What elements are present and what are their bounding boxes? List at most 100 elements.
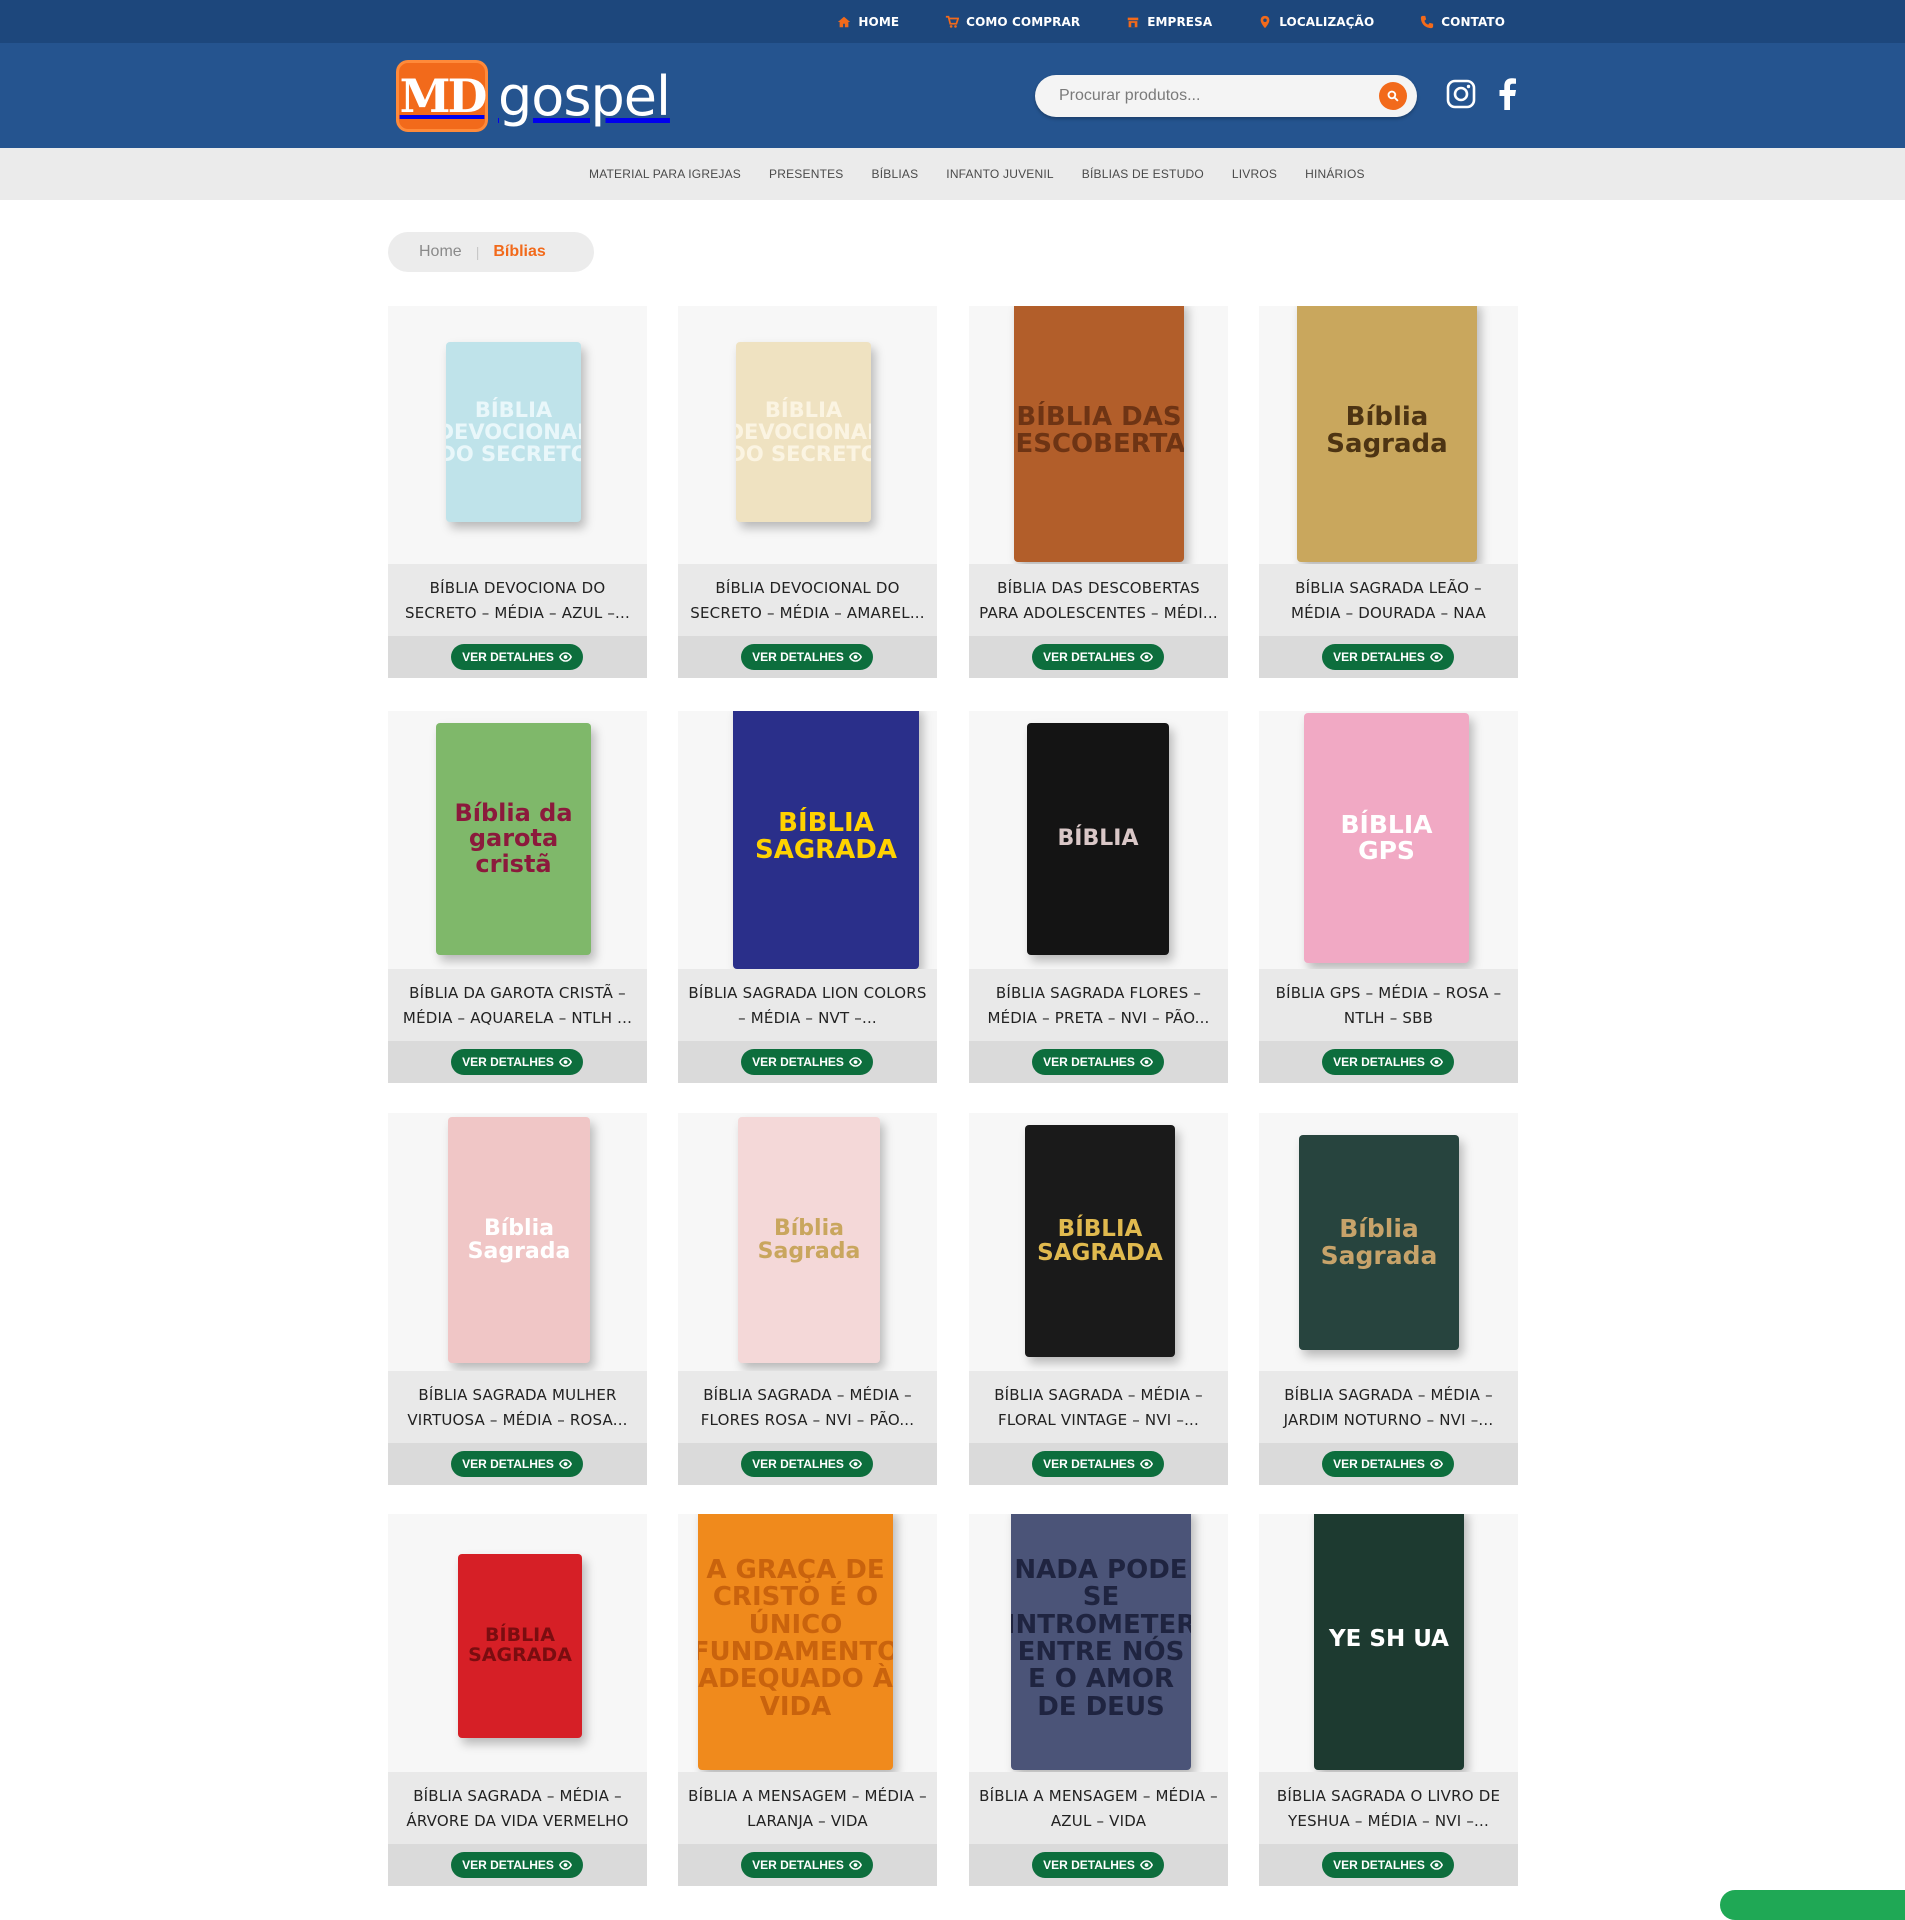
product-actions: VER DETALHES xyxy=(678,636,937,678)
ver-detalhes-button[interactable]: VER DETALHES xyxy=(451,1852,583,1878)
product-image[interactable]: Bíblia Sagrada xyxy=(678,1113,937,1371)
ver-detalhes-button[interactable]: VER DETALHES xyxy=(1032,1451,1164,1477)
eye-icon xyxy=(848,1459,862,1469)
ver-detalhes-button[interactable]: VER DETALHES xyxy=(1032,1049,1164,1075)
button-label: VER DETALHES xyxy=(462,1858,554,1872)
category-material-para-igrejas[interactable]: MATERIAL PARA IGREJAS xyxy=(589,167,741,181)
ver-detalhes-button[interactable]: VER DETALHES xyxy=(451,1451,583,1477)
category-livros[interactable]: LIVROS xyxy=(1232,167,1277,181)
product-card[interactable]: BÍBLIA GPS BÍBLIA GPS – MÉDIA – ROSA – NT… xyxy=(1259,711,1518,1083)
eye-icon xyxy=(1429,1459,1443,1469)
button-label: VER DETALHES xyxy=(1333,650,1425,664)
product-actions: VER DETALHES xyxy=(969,636,1228,678)
search-button[interactable] xyxy=(1379,82,1407,110)
product-card[interactable]: BÍBLIA DEVOCIONAL DO SECRETO BÍBLIA DEVOC… xyxy=(388,306,647,678)
product-image[interactable]: BÍBLIA SAGRADA xyxy=(388,1514,647,1772)
product-title[interactable]: BÍBLIA A MENSAGEM – MÉDIA – LARANJA – VI… xyxy=(688,1784,927,1836)
category-infanto-juvenil[interactable]: INFANTO JUVENIL xyxy=(946,167,1053,181)
product-title[interactable]: BÍBLIA SAGRADA – MÉDIA – JARDIM NOTURNO … xyxy=(1269,1383,1508,1435)
product-image[interactable]: BÍBLIA DEVOCIONAL DO SECRETO xyxy=(678,306,937,564)
product-card[interactable]: YE SH UA BÍBLIA SAGRADA O LIVRO DE YESHUA… xyxy=(1259,1514,1518,1886)
ver-detalhes-button[interactable]: VER DETALHES xyxy=(741,644,873,670)
product-title[interactable]: BÍBLIA SAGRADA – MÉDIA – FLORES ROSA – N… xyxy=(688,1383,927,1435)
product-actions: VER DETALHES xyxy=(388,1443,647,1485)
product-title[interactable]: BÍBLIA SAGRADA FLORES – MÉDIA – PRETA – … xyxy=(979,981,1218,1033)
ver-detalhes-button[interactable]: VER DETALHES xyxy=(741,1049,873,1075)
product-title[interactable]: BÍBLIA SAGRADA O LIVRO DE YESHUA – MÉDIA… xyxy=(1269,1784,1508,1836)
facebook-link[interactable] xyxy=(1490,77,1524,111)
ver-detalhes-button[interactable]: VER DETALHES xyxy=(1032,644,1164,670)
product-card[interactable]: A GRAÇA DE CRISTO É O ÚNICO FUNDAMENTO A… xyxy=(678,1514,937,1886)
product-title[interactable]: BÍBLIA DEVOCIONA DO SECRETO – MÉDIA – AZ… xyxy=(398,576,637,628)
book-cover: BÍBLIA DEVOCIONAL DO SECRETO xyxy=(446,342,581,522)
product-title[interactable]: BÍBLIA DEVOCIONAL DO SECRETO – MÉDIA – A… xyxy=(688,576,927,628)
product-actions: VER DETALHES xyxy=(1259,1844,1518,1886)
product-card[interactable]: Bíblia Sagrada BÍBLIA SAGRADA LEÃO – MÉDI… xyxy=(1259,306,1518,678)
product-image[interactable]: BÍBLIA xyxy=(969,711,1228,969)
product-image[interactable]: YE SH UA xyxy=(1259,1514,1518,1772)
product-image[interactable]: BÍBLIA SAGRADA xyxy=(969,1113,1228,1371)
product-title[interactable]: BÍBLIA DAS DESCOBERTAS PARA ADOLESCENTES… xyxy=(979,576,1218,628)
top-nav-empresa[interactable]: EMPRESA xyxy=(1126,15,1212,29)
ver-detalhes-button[interactable]: VER DETALHES xyxy=(741,1451,873,1477)
product-image[interactable]: Bíblia Sagrada xyxy=(388,1113,647,1371)
cover-title: BÍBLIA SAGRADA xyxy=(468,1624,572,1666)
search-input[interactable] xyxy=(1059,75,1359,117)
product-actions: VER DETALHES xyxy=(969,1041,1228,1083)
book-cover: Bíblia da garota cristã xyxy=(436,723,591,955)
product-image[interactable]: BÍBLIA DEVOCIONAL DO SECRETO xyxy=(388,306,647,564)
product-image[interactable]: Bíblia Sagrada xyxy=(1259,1113,1518,1371)
product-card[interactable]: BÍBLIA SAGRADA BÍBLIA SAGRADA – MÉDIA – F… xyxy=(969,1113,1228,1485)
category-biblias-de-estudo[interactable]: BÍBLIAS DE ESTUDO xyxy=(1082,167,1204,181)
product-title[interactable]: BÍBLIA SAGRADA – MÉDIA – FLORAL VINTAGE … xyxy=(979,1383,1218,1435)
product-image[interactable]: A GRAÇA DE CRISTO É O ÚNICO FUNDAMENTO A… xyxy=(678,1514,937,1772)
ver-detalhes-button[interactable]: VER DETALHES xyxy=(451,644,583,670)
ver-detalhes-button[interactable]: VER DETALHES xyxy=(1322,1852,1454,1878)
product-title[interactable]: BÍBLIA A MENSAGEM – MÉDIA – AZUL – VIDA xyxy=(979,1784,1218,1836)
top-nav-como-comprar[interactable]: COMO COMPRAR xyxy=(945,15,1080,29)
product-image[interactable]: BÍBLIA DAS DESCOBERTAS xyxy=(969,306,1228,564)
site-logo[interactable]: MD gospel xyxy=(396,58,671,134)
instagram-link[interactable] xyxy=(1444,77,1478,111)
category-biblias[interactable]: BÍBLIAS xyxy=(872,167,919,181)
product-image[interactable]: Bíblia Sagrada xyxy=(1259,306,1518,564)
product-card[interactable]: Bíblia Sagrada BÍBLIA SAGRADA – MÉDIA – F… xyxy=(678,1113,937,1485)
product-title[interactable]: BÍBLIA DA GAROTA CRISTÃ – MÉDIA – AQUARE… xyxy=(398,981,637,1033)
whatsapp-chat-button[interactable] xyxy=(1720,1890,1905,1920)
ver-detalhes-button[interactable]: VER DETALHES xyxy=(1032,1852,1164,1878)
cover-title: BÍBLIA DEVOCIONAL DO SECRETO xyxy=(736,397,871,467)
product-card[interactable]: BÍBLIA DEVOCIONAL DO SECRETO BÍBLIA DEVOC… xyxy=(678,306,937,678)
product-card[interactable]: NADA PODE SE INTROMETER ENTRE NÓS E O AM… xyxy=(969,1514,1228,1886)
top-nav-contato[interactable]: CONTATO xyxy=(1420,15,1505,29)
product-info: BÍBLIA SAGRADA LION COLORS – MÉDIA – NVT… xyxy=(678,969,937,1083)
product-card[interactable]: Bíblia Sagrada BÍBLIA SAGRADA – MÉDIA – J… xyxy=(1259,1113,1518,1485)
product-image[interactable]: BÍBLIA GPS xyxy=(1259,711,1518,969)
product-card[interactable]: Bíblia Sagrada BÍBLIA SAGRADA MULHER VIRT… xyxy=(388,1113,647,1485)
product-card[interactable]: BÍBLIA DAS DESCOBERTAS BÍBLIA DAS DESCOBE… xyxy=(969,306,1228,678)
breadcrumb-home[interactable]: Home xyxy=(419,243,462,261)
cover-title: Bíblia Sagrada xyxy=(757,1215,861,1264)
product-card[interactable]: BÍBLIA SAGRADA BÍBLIA SAGRADA – MÉDIA – Á… xyxy=(388,1514,647,1886)
product-title[interactable]: BÍBLIA SAGRADA – MÉDIA – ÁRVORE DA VIDA … xyxy=(398,1784,637,1836)
top-nav-localizacao[interactable]: LOCALIZAÇÃO xyxy=(1258,15,1374,29)
product-image[interactable]: NADA PODE SE INTROMETER ENTRE NÓS E O AM… xyxy=(969,1514,1228,1772)
product-card[interactable]: Bíblia da garota cristã BÍBLIA DA GAROTA … xyxy=(388,711,647,1083)
ver-detalhes-button[interactable]: VER DETALHES xyxy=(451,1049,583,1075)
category-presentes[interactable]: PRESENTES xyxy=(769,167,844,181)
ver-detalhes-button[interactable]: VER DETALHES xyxy=(741,1852,873,1878)
ver-detalhes-button[interactable]: VER DETALHES xyxy=(1322,644,1454,670)
product-title[interactable]: BÍBLIA SAGRADA MULHER VIRTUOSA – MÉDIA –… xyxy=(398,1383,637,1435)
product-title[interactable]: BÍBLIA SAGRADA LEÃO – MÉDIA – DOURADA – … xyxy=(1269,576,1508,628)
product-title[interactable]: BÍBLIA SAGRADA LION COLORS – MÉDIA – NVT… xyxy=(688,981,927,1033)
ver-detalhes-button[interactable]: VER DETALHES xyxy=(1322,1049,1454,1075)
product-card[interactable]: BÍBLIA BÍBLIA SAGRADA FLORES – MÉDIA – PR… xyxy=(969,711,1228,1083)
ver-detalhes-button[interactable]: VER DETALHES xyxy=(1322,1451,1454,1477)
product-image[interactable]: BÍBLIA SAGRADA xyxy=(678,711,937,969)
cover-title: NADA PODE SE INTROMETER ENTRE NÓS E O AM… xyxy=(1011,1555,1191,1722)
top-nav-home[interactable]: HOME xyxy=(837,15,899,29)
category-hinarios[interactable]: HINÁRIOS xyxy=(1305,167,1365,181)
book-cover: BÍBLIA DEVOCIONAL DO SECRETO xyxy=(736,342,871,522)
product-image[interactable]: Bíblia da garota cristã xyxy=(388,711,647,969)
product-title[interactable]: BÍBLIA GPS – MÉDIA – ROSA – NTLH – SBB xyxy=(1269,981,1508,1033)
product-card[interactable]: BÍBLIA SAGRADA BÍBLIA SAGRADA LION COLORS… xyxy=(678,711,937,1083)
